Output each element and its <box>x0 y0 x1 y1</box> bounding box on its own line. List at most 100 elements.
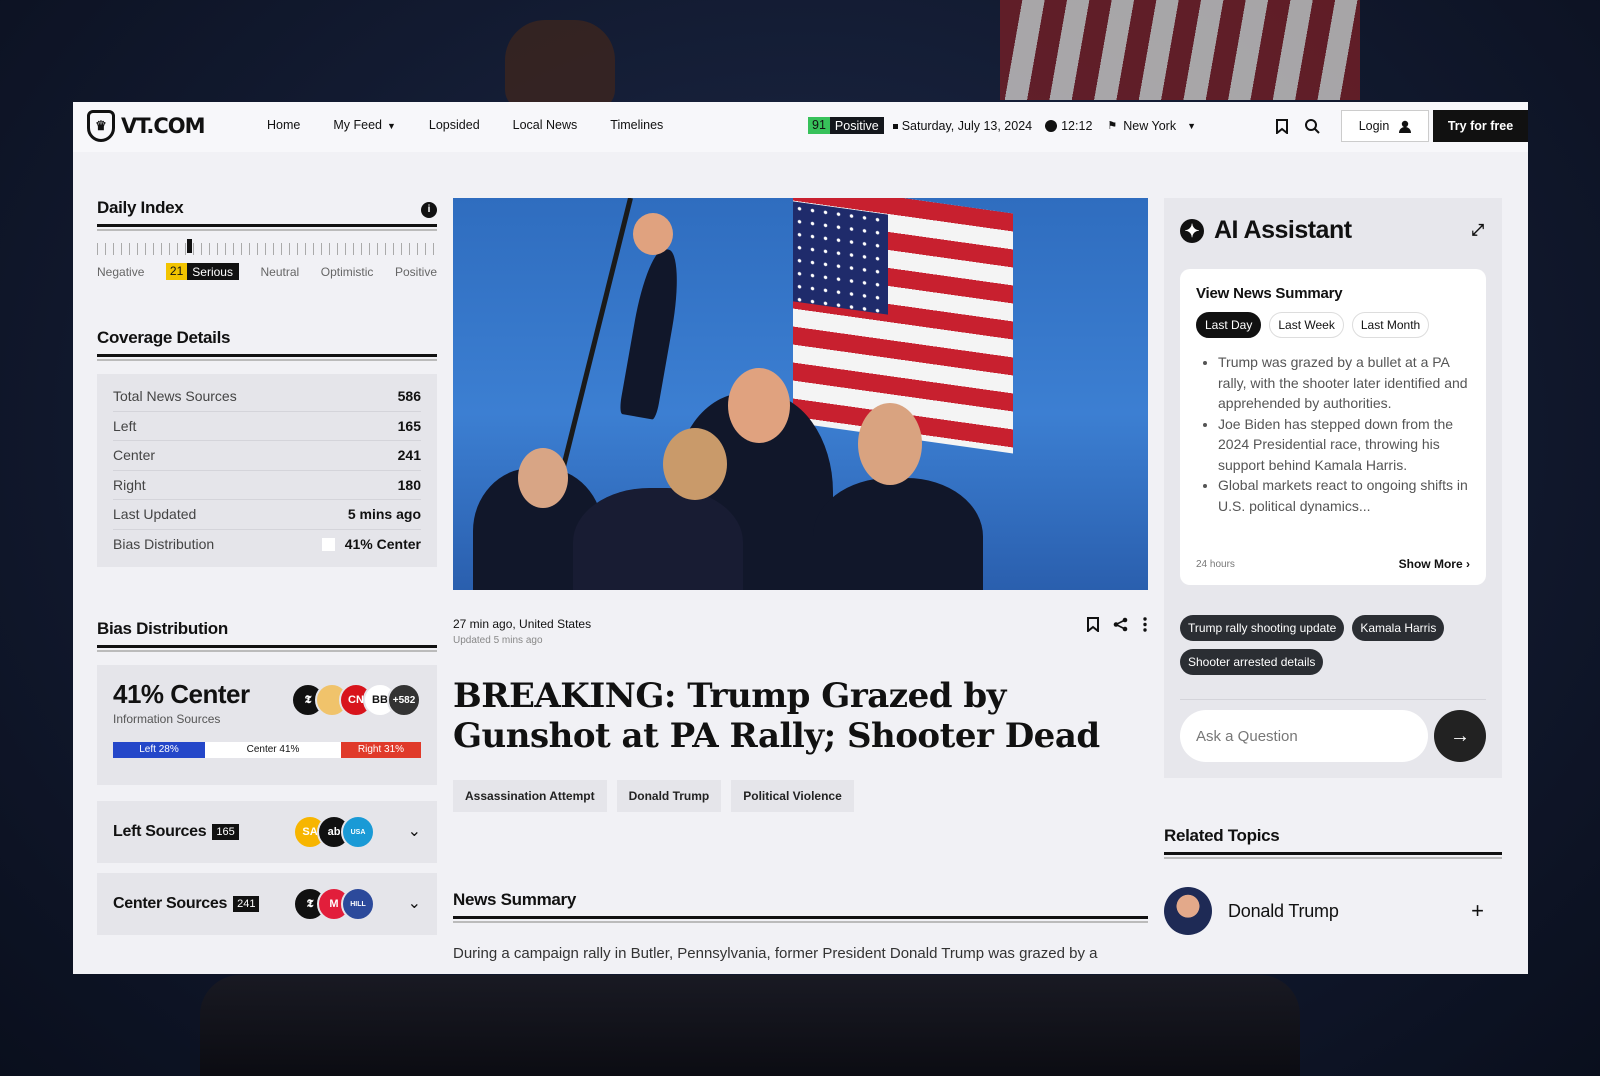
info-icon[interactable]: i <box>421 202 437 218</box>
related-topics: Related Topics Donald Trump + <box>1164 826 1502 935</box>
chevron-down-icon[interactable]: ⌄ <box>408 893 421 913</box>
section-divider <box>97 224 437 231</box>
current-time: 12:12 <box>1045 119 1092 133</box>
chevron-down-icon[interactable]: ⌄ <box>408 821 421 841</box>
row-label: Right <box>113 476 146 493</box>
user-icon <box>1399 120 1412 133</box>
tag-chip[interactable]: Donald Trump <box>616 780 722 812</box>
raised-fist <box>633 213 673 255</box>
nav-lopsided[interactable]: Lopsided <box>429 118 480 132</box>
expand-icon[interactable]: ⤢ <box>1471 222 1484 240</box>
background-photo-fist <box>505 20 615 110</box>
summary-card-title: View News Summary <box>1196 285 1343 302</box>
bookmark-icon[interactable] <box>1267 109 1297 143</box>
related-topics-title: Related Topics <box>1164 826 1280 845</box>
center-sources-row[interactable]: Center Sources 241 𝕿 M HILL ⌄ <box>97 873 437 935</box>
nav-home[interactable]: Home <box>267 118 300 132</box>
plus-icon[interactable]: + <box>1471 898 1484 924</box>
left-sources-row[interactable]: Left Sources 165 SA ab USA ⌄ <box>97 801 437 863</box>
article-time-location: 27 min ago, United States <box>453 617 592 631</box>
show-more-link[interactable]: Show More › <box>1399 557 1470 571</box>
coverage-details: Coverage Details Total News Sources 586 L… <box>97 328 437 567</box>
row-value: 241 <box>397 447 421 464</box>
row-label: Total News Sources <box>113 388 237 405</box>
suggestion-chip[interactable]: Shooter arrested details <box>1180 649 1324 675</box>
row-label: Center <box>113 447 156 464</box>
usa-today-logo-icon: USA <box>341 815 375 849</box>
avatar <box>1164 887 1212 935</box>
login-button[interactable]: Login <box>1341 110 1429 142</box>
trump-head <box>728 368 790 443</box>
flag-icon: ⚑ <box>1107 120 1118 132</box>
tab-last-month[interactable]: Last Month <box>1351 312 1430 338</box>
sparkle-icon: ✦ <box>1180 218 1204 243</box>
share-icon[interactable] <box>1113 617 1128 632</box>
nav-local-news[interactable]: Local News <box>513 118 578 132</box>
sentiment-badge: 91 Positive <box>808 117 884 134</box>
source-logos: 𝕿 CN BB +582 <box>291 683 421 717</box>
logo[interactable]: ♛ VT.COM <box>87 110 206 142</box>
center-sources-label: Center Sources <box>113 895 228 912</box>
tag-chip[interactable]: Assassination Attempt <box>453 780 607 812</box>
nav-my-feed[interactable]: My Feed ▼ <box>333 118 396 132</box>
right-column: ✦ AI Assistant ⤢ View News Summary Last … <box>1164 198 1502 935</box>
table-row: Last Updated 5 mins ago <box>113 500 421 530</box>
index-scale <box>97 239 437 255</box>
bookmark-icon[interactable] <box>1087 617 1099 632</box>
news-summary-title: News Summary <box>453 890 577 909</box>
article-meta: 27 min ago, United States Updated 5 mins… <box>453 617 1148 646</box>
square-bullet-icon <box>892 123 898 129</box>
row-value: 41% Center <box>321 536 421 553</box>
agent-left-head <box>518 448 568 508</box>
background-photo-crowd <box>200 975 1300 1076</box>
search-icon[interactable] <box>1297 109 1327 143</box>
row-value-text: 41% Center <box>344 536 421 553</box>
hero-image[interactable] <box>453 198 1148 590</box>
sentiment-score: 91 <box>808 117 830 134</box>
scale-neutral: Neutral <box>260 264 300 279</box>
table-row: Right 180 <box>113 471 421 500</box>
bias-bar: Left 28% Center 41% Right 31% <box>113 742 421 758</box>
row-value: 165 <box>397 417 421 434</box>
scale-negative: Negative <box>97 264 145 279</box>
logo-text: VT.COM <box>121 114 206 138</box>
suggestion-chip[interactable]: Kamala Harris <box>1352 615 1445 641</box>
send-arrow-icon[interactable]: → <box>1434 710 1486 762</box>
index-active-label: Serious <box>192 264 233 279</box>
table-row: Left 165 <box>113 412 421 441</box>
current-date-text: Saturday, July 13, 2024 <box>901 118 1033 133</box>
list-item: Trump was grazed by a bullet at a PA ral… <box>1218 352 1470 414</box>
nav-timelines[interactable]: Timelines <box>610 118 663 132</box>
nav-links: Home My Feed ▼ Lopsided Local News Timeli… <box>267 118 696 132</box>
tab-last-week[interactable]: Last Week <box>1269 312 1344 338</box>
suggested-questions: Trump rally shooting update Kamala Harri… <box>1180 615 1486 675</box>
background-photo-flag <box>1000 0 1360 100</box>
list-item: Global markets react to ongoing shifts i… <box>1218 475 1470 516</box>
more-options-icon[interactable] <box>1142 617 1148 632</box>
coverage-title: Coverage Details <box>97 328 231 347</box>
summary-bullets: Trump was grazed by a bullet at a PA ral… <box>1196 352 1470 516</box>
left-source-logos: SA ab USA <box>293 815 375 849</box>
more-sources-count[interactable]: +582 <box>387 683 421 717</box>
ai-title: AI Assistant <box>1214 216 1352 244</box>
city-selector[interactable]: ⚑ New York ▼ <box>1107 119 1196 133</box>
tab-last-day[interactable]: Last Day <box>1196 312 1262 338</box>
ask-question-input[interactable] <box>1180 710 1428 762</box>
lion-shield-icon: ♛ <box>87 110 115 142</box>
scale-optimistic: Optimistic <box>320 264 374 279</box>
tag-chip[interactable]: Political Violence <box>731 780 854 812</box>
scale-labels: Negative 21 Serious Neutral Optimistic Po… <box>97 263 437 280</box>
section-divider <box>1164 852 1502 859</box>
try-for-free-button[interactable]: Try for free <box>1433 110 1528 142</box>
ai-assistant-panel: ✦ AI Assistant ⤢ View News Summary Last … <box>1164 198 1502 778</box>
status-bar: 91 Positive Saturday, July 13, 2024 12:1… <box>808 117 1196 134</box>
suggestion-chip[interactable]: Trump rally shooting update <box>1180 615 1345 641</box>
related-topic-item[interactable]: Donald Trump + <box>1164 887 1502 935</box>
clock-icon <box>1045 119 1058 132</box>
bias-distribution: Bias Distribution 41% Center Information… <box>97 619 437 935</box>
bias-bar-center: Center 41% <box>205 742 341 758</box>
sentiment-label: Positive <box>834 118 879 133</box>
section-divider <box>453 916 1148 923</box>
agent-right-head <box>858 403 922 485</box>
table-row: Bias Distribution 41% Center <box>113 530 421 560</box>
